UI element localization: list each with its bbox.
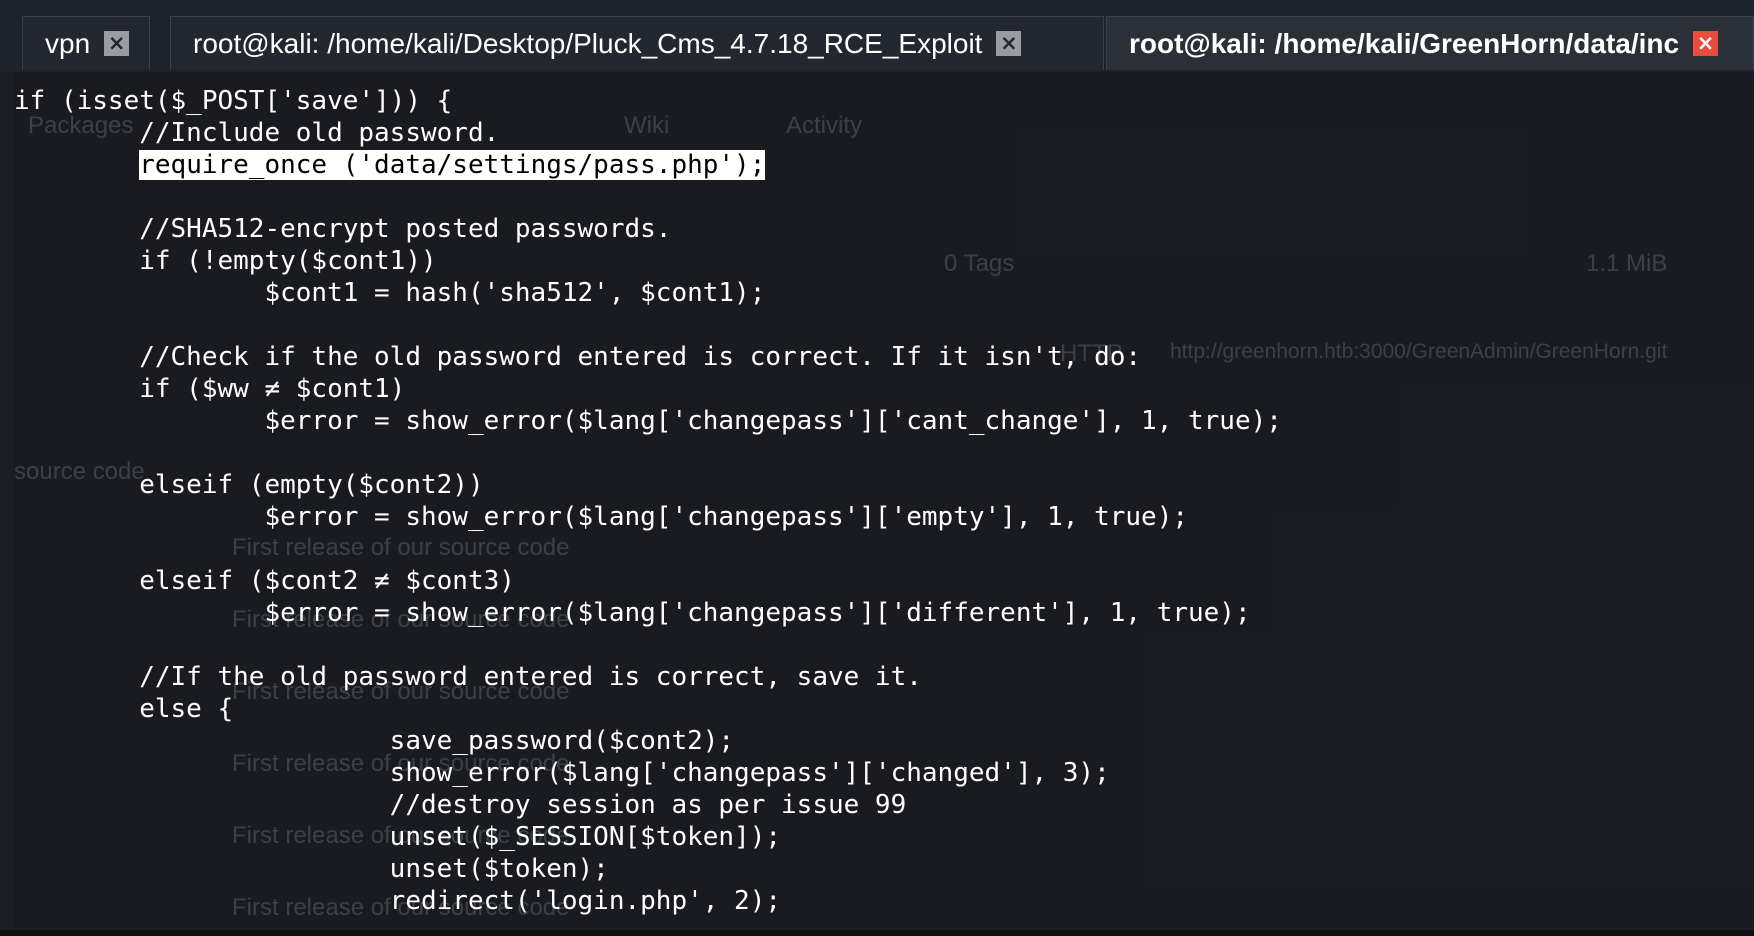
code-line: if ($ww ≠ $cont1) [14, 374, 406, 404]
tab-pluck-exploit[interactable]: root@kali: /home/kali/Desktop/Pluck_Cms_… [170, 16, 1104, 70]
code-line: show_error($lang['changepass']['changed'… [14, 758, 1110, 788]
selected-code-line: require_once ('data/settings/pass.php'); [14, 149, 1282, 181]
tab-label: root@kali: /home/kali/Desktop/Pluck_Cms_… [193, 27, 983, 59]
code-line: save_password($cont2); [14, 726, 735, 756]
code-line: if (isset($_POST['save'])) { [14, 86, 453, 116]
code-line: //Check if the old password entered is c… [14, 342, 1142, 372]
code-line: //If the old password entered is correct… [14, 662, 922, 692]
left-edge-strip [0, 72, 14, 936]
code-line: else { [14, 694, 234, 724]
code-line: unset($_SESSION[$token]); [14, 822, 782, 852]
code-line: if (!empty($cont1)) [14, 246, 437, 276]
close-icon[interactable]: × [104, 31, 130, 56]
code-listing: if (isset($_POST['save'])) { //Include o… [14, 85, 1282, 917]
tab-label: vpn [45, 27, 91, 59]
terminal-window: vpn × root@kali: /home/kali/Desktop/Pluc… [0, 0, 1754, 936]
code-line: $error = show_error($lang['changepass'][… [14, 598, 1251, 628]
bottom-edge [0, 930, 1754, 936]
tab-label: root@kali: /home/kali/GreenHorn/data/inc [1129, 27, 1680, 59]
close-icon[interactable]: × [996, 31, 1022, 56]
tab-bar: vpn × root@kali: /home/kali/Desktop/Pluc… [0, 0, 1754, 72]
selection-highlight: require_once ('data/settings/pass.php'); [139, 150, 766, 180]
ghost-size: 1.1 MiB [1586, 250, 1668, 277]
tab-vpn[interactable]: vpn × [22, 16, 150, 70]
code-line: redirect('login.php', 2); [14, 886, 782, 916]
code-line: unset($token); [14, 854, 609, 884]
code-line: //Include old password. [14, 118, 500, 148]
terminal-output[interactable]: Packages Wiki Activity 0 Tags 1.1 MiB HT… [14, 72, 1754, 930]
tab-greenhorn-inc[interactable]: root@kali: /home/kali/GreenHorn/data/inc… [1106, 16, 1754, 70]
code-line: elseif (empty($cont2)) [14, 470, 484, 500]
code-line: $error = show_error($lang['changepass'][… [14, 502, 1188, 532]
code-line: $cont1 = hash('sha512', $cont1); [14, 278, 766, 308]
code-line: //destroy session as per issue 99 [14, 790, 907, 820]
code-line: $error = show_error($lang['changepass'][… [14, 406, 1282, 436]
close-icon[interactable]: × [1693, 31, 1719, 56]
code-line: //SHA512-encrypt posted passwords. [14, 214, 672, 244]
code-line: elseif ($cont2 ≠ $cont3) [14, 566, 515, 596]
